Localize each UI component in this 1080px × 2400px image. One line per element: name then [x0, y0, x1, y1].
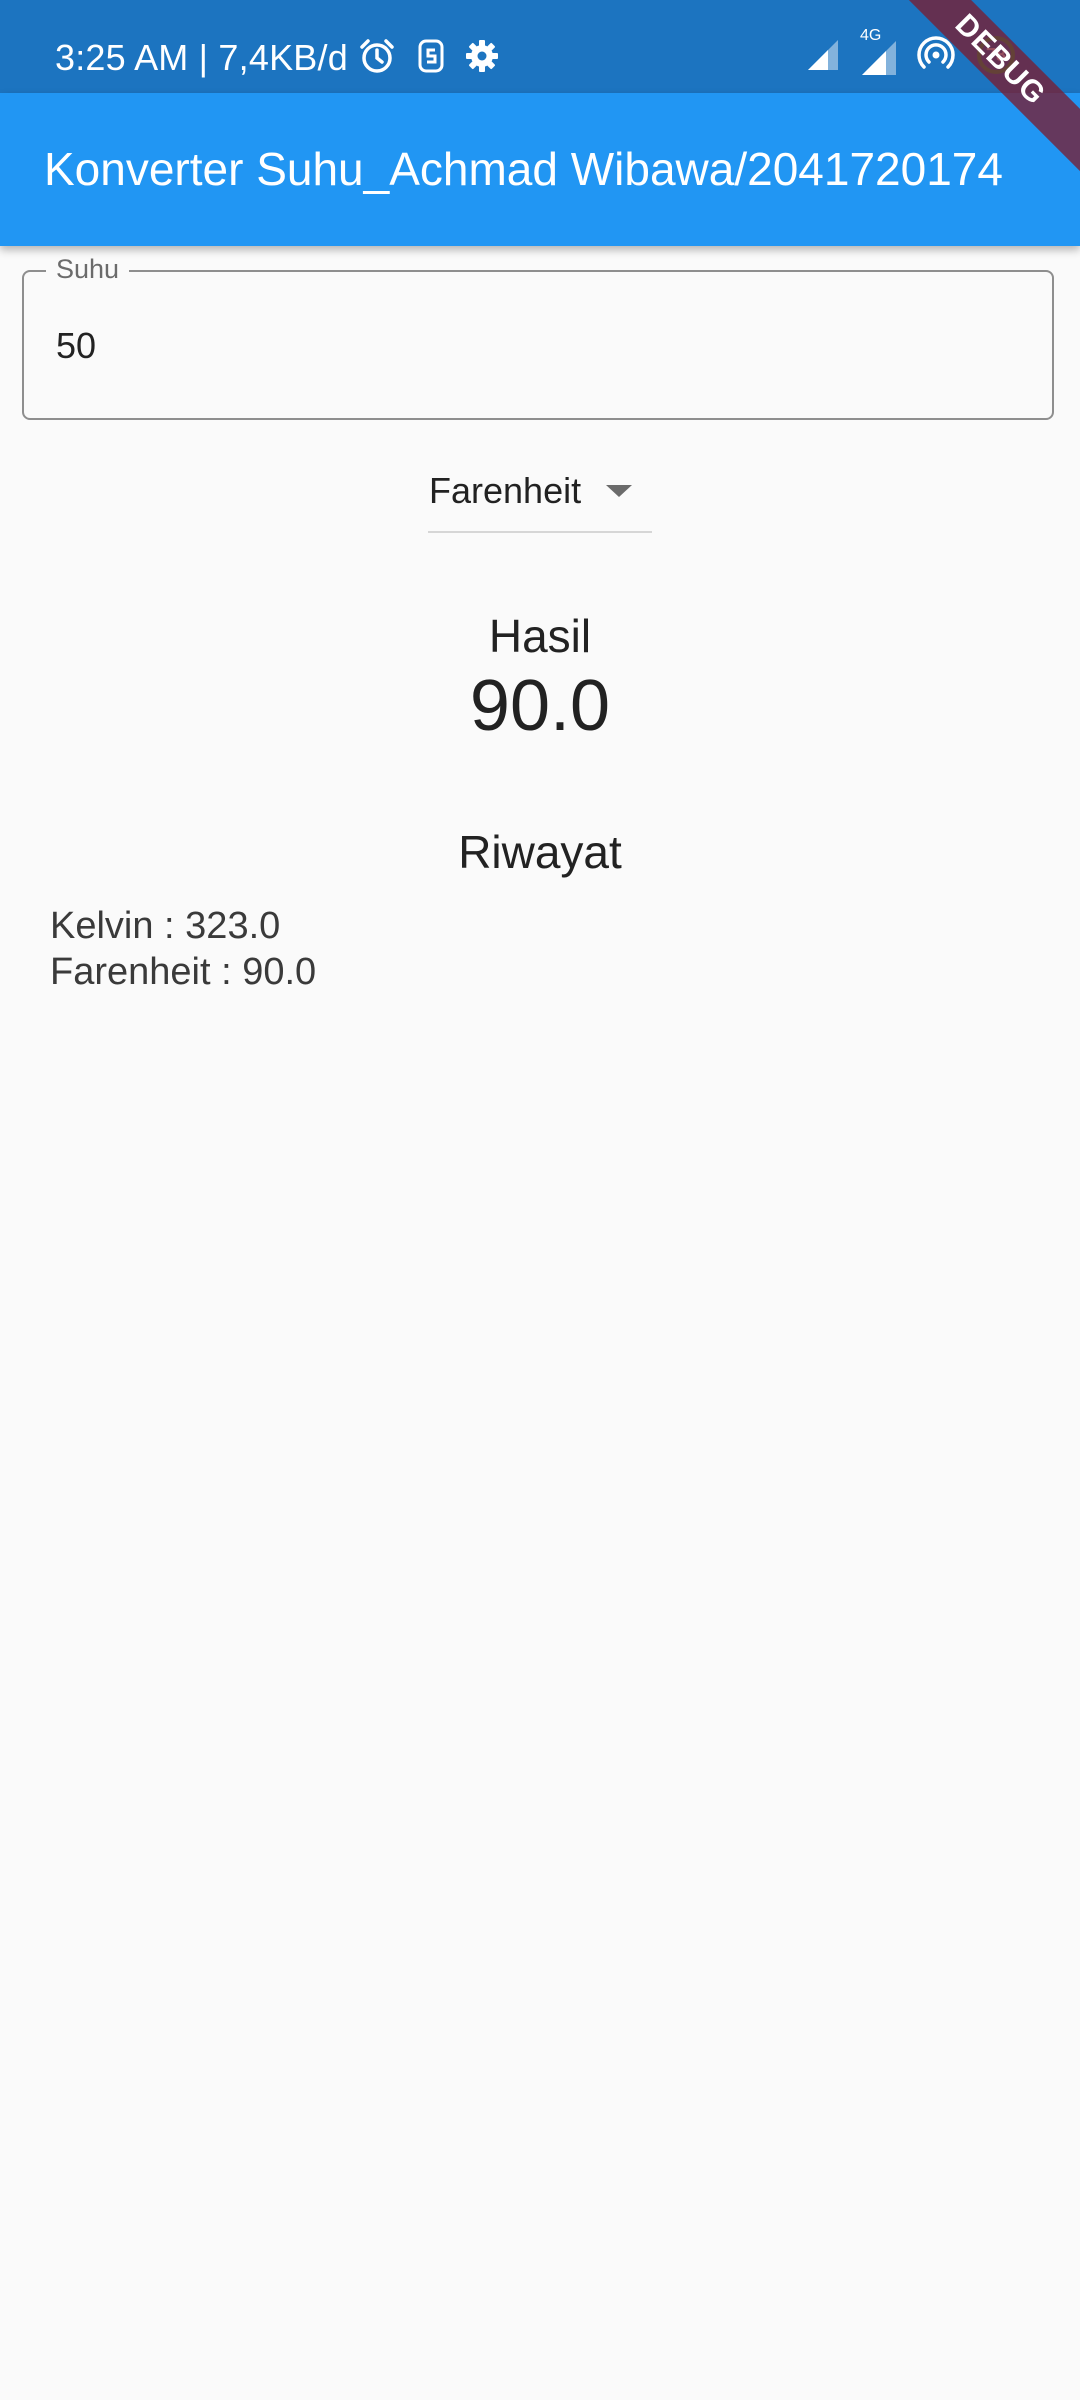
network-type-label: 4G [860, 27, 882, 44]
status-bar: 3:25 AM | 7,4KB/d 4G [0, 0, 1080, 93]
signal-4g-icon: 4G [858, 27, 898, 77]
suhu-input[interactable] [56, 316, 956, 376]
signal-icon [808, 40, 838, 70]
unit-dropdown[interactable]: Farenheit [428, 455, 652, 533]
alarm-icon [360, 39, 394, 73]
app-title: Konverter Suhu_Achmad Wibawa/2041720174 [44, 143, 1003, 195]
settings-gear-icon [466, 40, 498, 72]
status-icons-left [357, 34, 499, 78]
sim-icon [418, 39, 444, 73]
dropdown-arrow-icon [606, 485, 632, 497]
unit-dropdown-value: Farenheit [429, 470, 582, 511]
history-item: Kelvin : 323.0 [50, 905, 281, 947]
status-time-speed: 3:25 AM | 7,4KB/d [55, 37, 348, 78]
result-value: 90.0 [469, 666, 611, 746]
suhu-field[interactable]: Suhu [22, 252, 1054, 420]
history-list: Kelvin : 323.0 Farenheit : 90.0 [50, 903, 850, 995]
history-title: Riwayat [458, 826, 622, 878]
history-item: Farenheit : 90.0 [50, 951, 317, 993]
suhu-field-label: Suhu [46, 252, 130, 286]
app-bar: Konverter Suhu_Achmad Wibawa/2041720174 [0, 93, 1080, 246]
result-label: Hasil [488, 610, 592, 662]
